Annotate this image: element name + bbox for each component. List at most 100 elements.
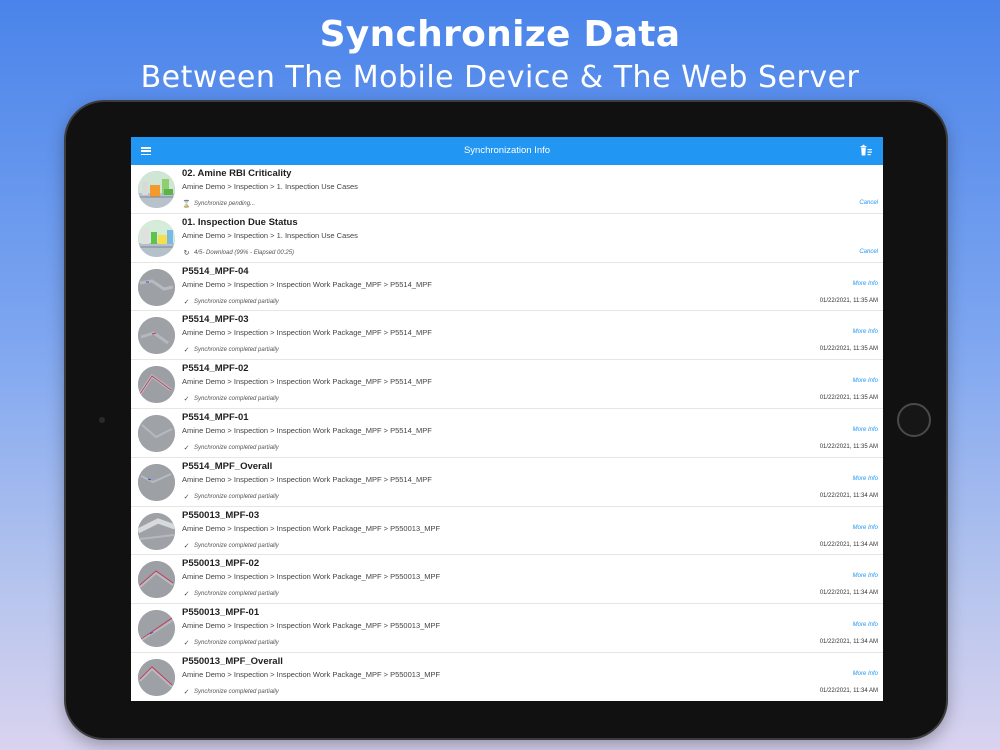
thumbnail-image [138, 414, 175, 452]
sync-row[interactable]: P5514_MPF-04 Amine Demo > Inspection > In… [131, 263, 883, 312]
row-timestamp: 01/22/2021, 11:34 AM [819, 492, 878, 499]
cancel-button[interactable]: Cancel [859, 249, 878, 255]
check-icon: ✓ [183, 298, 190, 306]
row-title: P5514_MPF-04 [182, 265, 249, 277]
row-path: Amine Demo > Inspection > Inspection Wor… [182, 377, 432, 387]
more-info-link[interactable]: More Info [853, 622, 878, 628]
row-title: P5514_MPF-01 [182, 411, 249, 423]
sync-row[interactable]: P550013_MPF-02 Amine Demo > Inspection > … [131, 555, 883, 605]
row-path: Amine Demo > Inspection > Inspection Wor… [182, 523, 441, 533]
trash-list-icon[interactable] [859, 144, 873, 158]
more-info-link[interactable]: More Info [853, 573, 878, 579]
row-path: Amine Demo > Inspection > Inspection Wor… [182, 669, 441, 679]
sync-row[interactable]: P5514_MPF-01 Amine Demo > Inspection > In… [131, 409, 883, 458]
row-path: Amine Demo > Inspection > Inspection Wor… [182, 621, 441, 631]
row-title: P550013_MPF-03 [182, 509, 260, 521]
row-status-text: Synchronize completed partially [194, 347, 279, 354]
sync-row[interactable]: P550013_MPF-03 Amine Demo > Inspection > … [131, 507, 883, 556]
row-path: Amine Demo > Inspection > Inspection Wor… [182, 572, 441, 582]
row-timestamp: 01/22/2021, 11:34 AM [819, 541, 878, 548]
row-status-text: Synchronize completed partially [194, 688, 279, 695]
headline: Synchronize Data [319, 14, 681, 55]
row-title: P5514_MPF-03 [182, 314, 249, 326]
check-icon: ✓ [183, 396, 190, 404]
row-status-text: Synchronize completed partially [194, 298, 279, 305]
navbar: Synchronization Info [131, 137, 883, 165]
sync-row[interactable]: P5514_MPF_Overall Amine Demo > Inspection… [131, 458, 883, 507]
thumbnail-image [138, 317, 175, 355]
sync-row[interactable]: 02. Amine RBI Criticality Amine Demo > In… [131, 165, 883, 214]
row-title: P5514_MPF_Overall [182, 460, 273, 472]
check-icon: ✓ [183, 347, 190, 355]
thumbnail-image [138, 366, 175, 404]
row-path: Amine Demo > Inspection > Inspection Wor… [182, 279, 432, 289]
thumbnail-image [138, 219, 175, 257]
sync-row[interactable]: P5514_MPF-03 Amine Demo > Inspection > In… [131, 311, 883, 361]
hourglass-icon: ⌛ [182, 201, 191, 208]
cancel-button[interactable]: Cancel [859, 200, 878, 206]
row-status-text: Synchronize pending... [194, 201, 256, 207]
row-status: ✓ Synchronize completed partially [182, 688, 279, 696]
row-title: P550013_MPF-02 [182, 558, 260, 570]
row-path: Amine Demo > Inspection > Inspection Wor… [182, 474, 432, 484]
sync-icon: ↻ [183, 249, 190, 257]
row-status-text: Synchronize completed partially [194, 493, 279, 500]
thumbnail-image [138, 512, 175, 550]
check-icon: ✓ [183, 640, 190, 648]
row-status: ✓ Synchronize completed partially [182, 395, 279, 403]
row-timestamp: 01/22/2021, 11:34 AM [819, 590, 878, 597]
row-status-text: Synchronize completed partially [194, 396, 279, 403]
row-timestamp: 01/22/2021, 11:34 AM [819, 687, 878, 694]
more-info-link[interactable]: More Info [853, 329, 878, 335]
sync-list: 02. Amine RBI Criticality Amine Demo > In… [131, 165, 883, 701]
row-timestamp: 01/22/2021, 11:34 AM [819, 639, 878, 646]
more-info-link[interactable]: More Info [853, 671, 878, 677]
nav-title: Synchronization Info [463, 145, 551, 156]
row-status-text: Synchronize completed partially [194, 444, 279, 451]
row-status: ✓ Synchronize completed partially [182, 542, 279, 550]
check-icon: ✓ [183, 444, 190, 452]
row-path: Amine Demo > Inspection > Inspection Wor… [182, 328, 432, 338]
row-title: P550013_MPF_Overall [182, 655, 283, 667]
thumbnail-image [138, 171, 175, 208]
check-icon: ✓ [183, 591, 190, 599]
row-status-text: Synchronize completed partially [194, 591, 279, 598]
camera-dot [99, 417, 105, 423]
row-status: ✓ Synchronize completed partially [182, 444, 279, 452]
row-status: ✓ Synchronize completed partially [182, 346, 279, 354]
row-status-text: Synchronize completed partially [194, 542, 279, 549]
thumbnail-image [138, 561, 175, 599]
more-info-link[interactable]: More Info [853, 427, 878, 433]
row-title: 02. Amine RBI Criticality [182, 168, 292, 179]
row-title: P5514_MPF-02 [182, 363, 249, 375]
more-info-link[interactable]: More Info [853, 476, 878, 482]
row-path: Amine Demo > Inspection > 1. Inspection … [182, 182, 358, 191]
check-icon: ✓ [183, 493, 190, 501]
more-info-link[interactable]: More Info [853, 281, 878, 287]
more-info-link[interactable]: More Info [853, 378, 878, 384]
sync-row[interactable]: P550013_MPF-01 Amine Demo > Inspection > … [131, 604, 883, 653]
check-icon: ✓ [183, 542, 190, 550]
app-screen: Synchronization Info 02. Amine RBI Criti… [131, 137, 883, 701]
subheadline: Between The Mobile Device & The Web Serv… [140, 60, 860, 95]
sync-row[interactable]: 01. Inspection Due Status Amine Demo > In… [131, 214, 883, 263]
thumbnail-image [138, 463, 175, 501]
row-path: Amine Demo > Inspection > Inspection Wor… [182, 425, 432, 435]
thumbnail-image [138, 610, 175, 648]
row-status: ⌛ Synchronize pending... [182, 200, 255, 208]
sync-row[interactable]: P5514_MPF-02 Amine Demo > Inspection > In… [131, 360, 883, 409]
row-timestamp: 01/22/2021, 11:35 AM [819, 443, 878, 450]
thumbnail-image [138, 268, 175, 306]
row-title: 01. Inspection Due Status [182, 216, 298, 228]
thumbnail-image [138, 658, 175, 696]
row-path: Amine Demo > Inspection > 1. Inspection … [182, 230, 358, 240]
check-icon: ✓ [183, 688, 190, 696]
sync-row[interactable]: P550013_MPF_Overall Amine Demo > Inspecti… [131, 653, 883, 701]
row-timestamp: 01/22/2021, 11:35 AM [819, 395, 878, 402]
row-title: P550013_MPF-01 [182, 607, 260, 619]
more-info-link[interactable]: More Info [853, 525, 878, 531]
row-status: ✓ Synchronize completed partially [182, 493, 279, 501]
row-status-text: Synchronize completed partially [194, 640, 279, 647]
home-button[interactable] [897, 403, 931, 437]
row-status: ✓ Synchronize completed partially [182, 590, 279, 598]
